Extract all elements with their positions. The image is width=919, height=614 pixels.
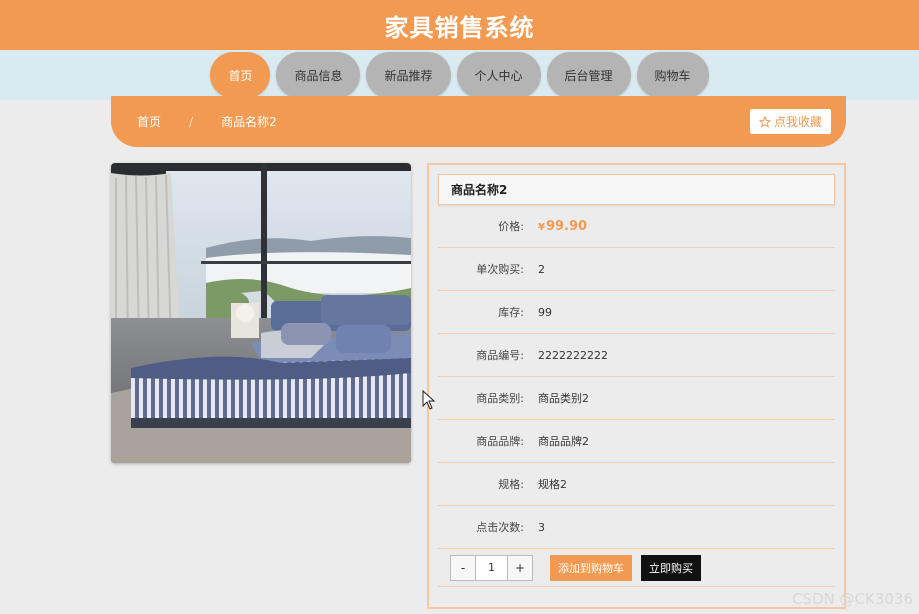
info-row-per-purchase: 单次购买: 2: [438, 248, 835, 291]
nav-item-products[interactable]: 商品信息: [276, 52, 361, 98]
watermark: CSDN @CK3036: [791, 590, 913, 608]
nav-item-admin[interactable]: 后台管理: [546, 52, 631, 98]
spec-value: 规格2: [538, 478, 567, 491]
mouse-cursor-icon: [422, 390, 436, 410]
per-purchase-label: 单次购买:: [476, 263, 524, 276]
quantity-increase-button[interactable]: +: [508, 555, 532, 580]
star-outline-icon: [758, 115, 771, 128]
product-name: 商品名称2: [438, 174, 835, 205]
app-header: 家具销售系统: [0, 0, 919, 50]
category-label: 商品类别:: [476, 392, 524, 405]
spec-label: 规格:: [498, 478, 524, 491]
price-symbol: ¥: [538, 221, 545, 233]
price-amount: 99.90: [545, 218, 588, 234]
add-to-cart-button[interactable]: 添加到购物车: [550, 554, 632, 581]
quantity-input[interactable]: 1: [475, 555, 508, 580]
nav-item-profile[interactable]: 个人中心: [456, 52, 541, 98]
product-code-value: 2222222222: [538, 348, 608, 362]
info-row-product-code: 商品编号: 2222222222: [438, 334, 835, 377]
nav-item-home[interactable]: 首页: [210, 52, 271, 98]
info-row-spec: 规格: 规格2: [438, 463, 835, 506]
app-title: 家具销售系统: [384, 13, 535, 42]
breadcrumb-separator: /: [189, 114, 194, 129]
nav-item-cart[interactable]: 购物车: [636, 52, 709, 98]
info-row-clicks: 点击次数: 3: [438, 506, 835, 549]
quantity-decrease-button[interactable]: -: [451, 555, 475, 580]
price-label: 价格:: [498, 220, 524, 233]
breadcrumb-current: 商品名称2: [221, 115, 277, 129]
price-value: ¥99.90: [538, 219, 587, 234]
brand-value: 商品品牌2: [538, 435, 589, 448]
main-nav: 首页 商品信息 新品推荐 个人中心 后台管理 购物车: [0, 50, 919, 100]
info-row-brand: 商品品牌: 商品品牌2: [438, 420, 835, 463]
purchase-actions: - 1 + 添加到购物车 立即购买: [438, 549, 835, 587]
favorite-button[interactable]: 点我收藏: [748, 108, 832, 135]
nav-item-new-products[interactable]: 新品推荐: [366, 52, 451, 98]
info-row-category: 商品类别: 商品类别2: [438, 377, 835, 420]
category-value: 商品类别2: [538, 392, 589, 405]
info-row-stock: 库存: 99: [438, 291, 835, 334]
clicks-label: 点击次数:: [476, 521, 524, 534]
product-info-panel: 商品名称2 价格: ¥99.90 单次购买: 2 库存: 99 商品编号: 22…: [427, 163, 846, 609]
buy-now-button[interactable]: 立即购买: [641, 554, 701, 581]
per-purchase-value: 2: [538, 262, 545, 276]
bed-photo-icon: [111, 163, 411, 463]
breadcrumb: 首页 / 商品名称2: [137, 113, 277, 130]
breadcrumb-home[interactable]: 首页: [137, 113, 161, 130]
stock-value: 99: [538, 305, 552, 319]
info-row-price: 价格: ¥99.90: [438, 205, 835, 248]
product-image: [111, 163, 411, 463]
stock-label: 库存:: [498, 306, 524, 319]
product-code-label: 商品编号:: [476, 349, 524, 362]
clicks-value: 3: [538, 520, 545, 534]
breadcrumb-bar: 首页 / 商品名称2 点我收藏: [111, 96, 846, 147]
favorite-label: 点我收藏: [773, 115, 822, 129]
quantity-stepper: - 1 +: [450, 554, 533, 581]
brand-label: 商品品牌:: [476, 435, 524, 448]
